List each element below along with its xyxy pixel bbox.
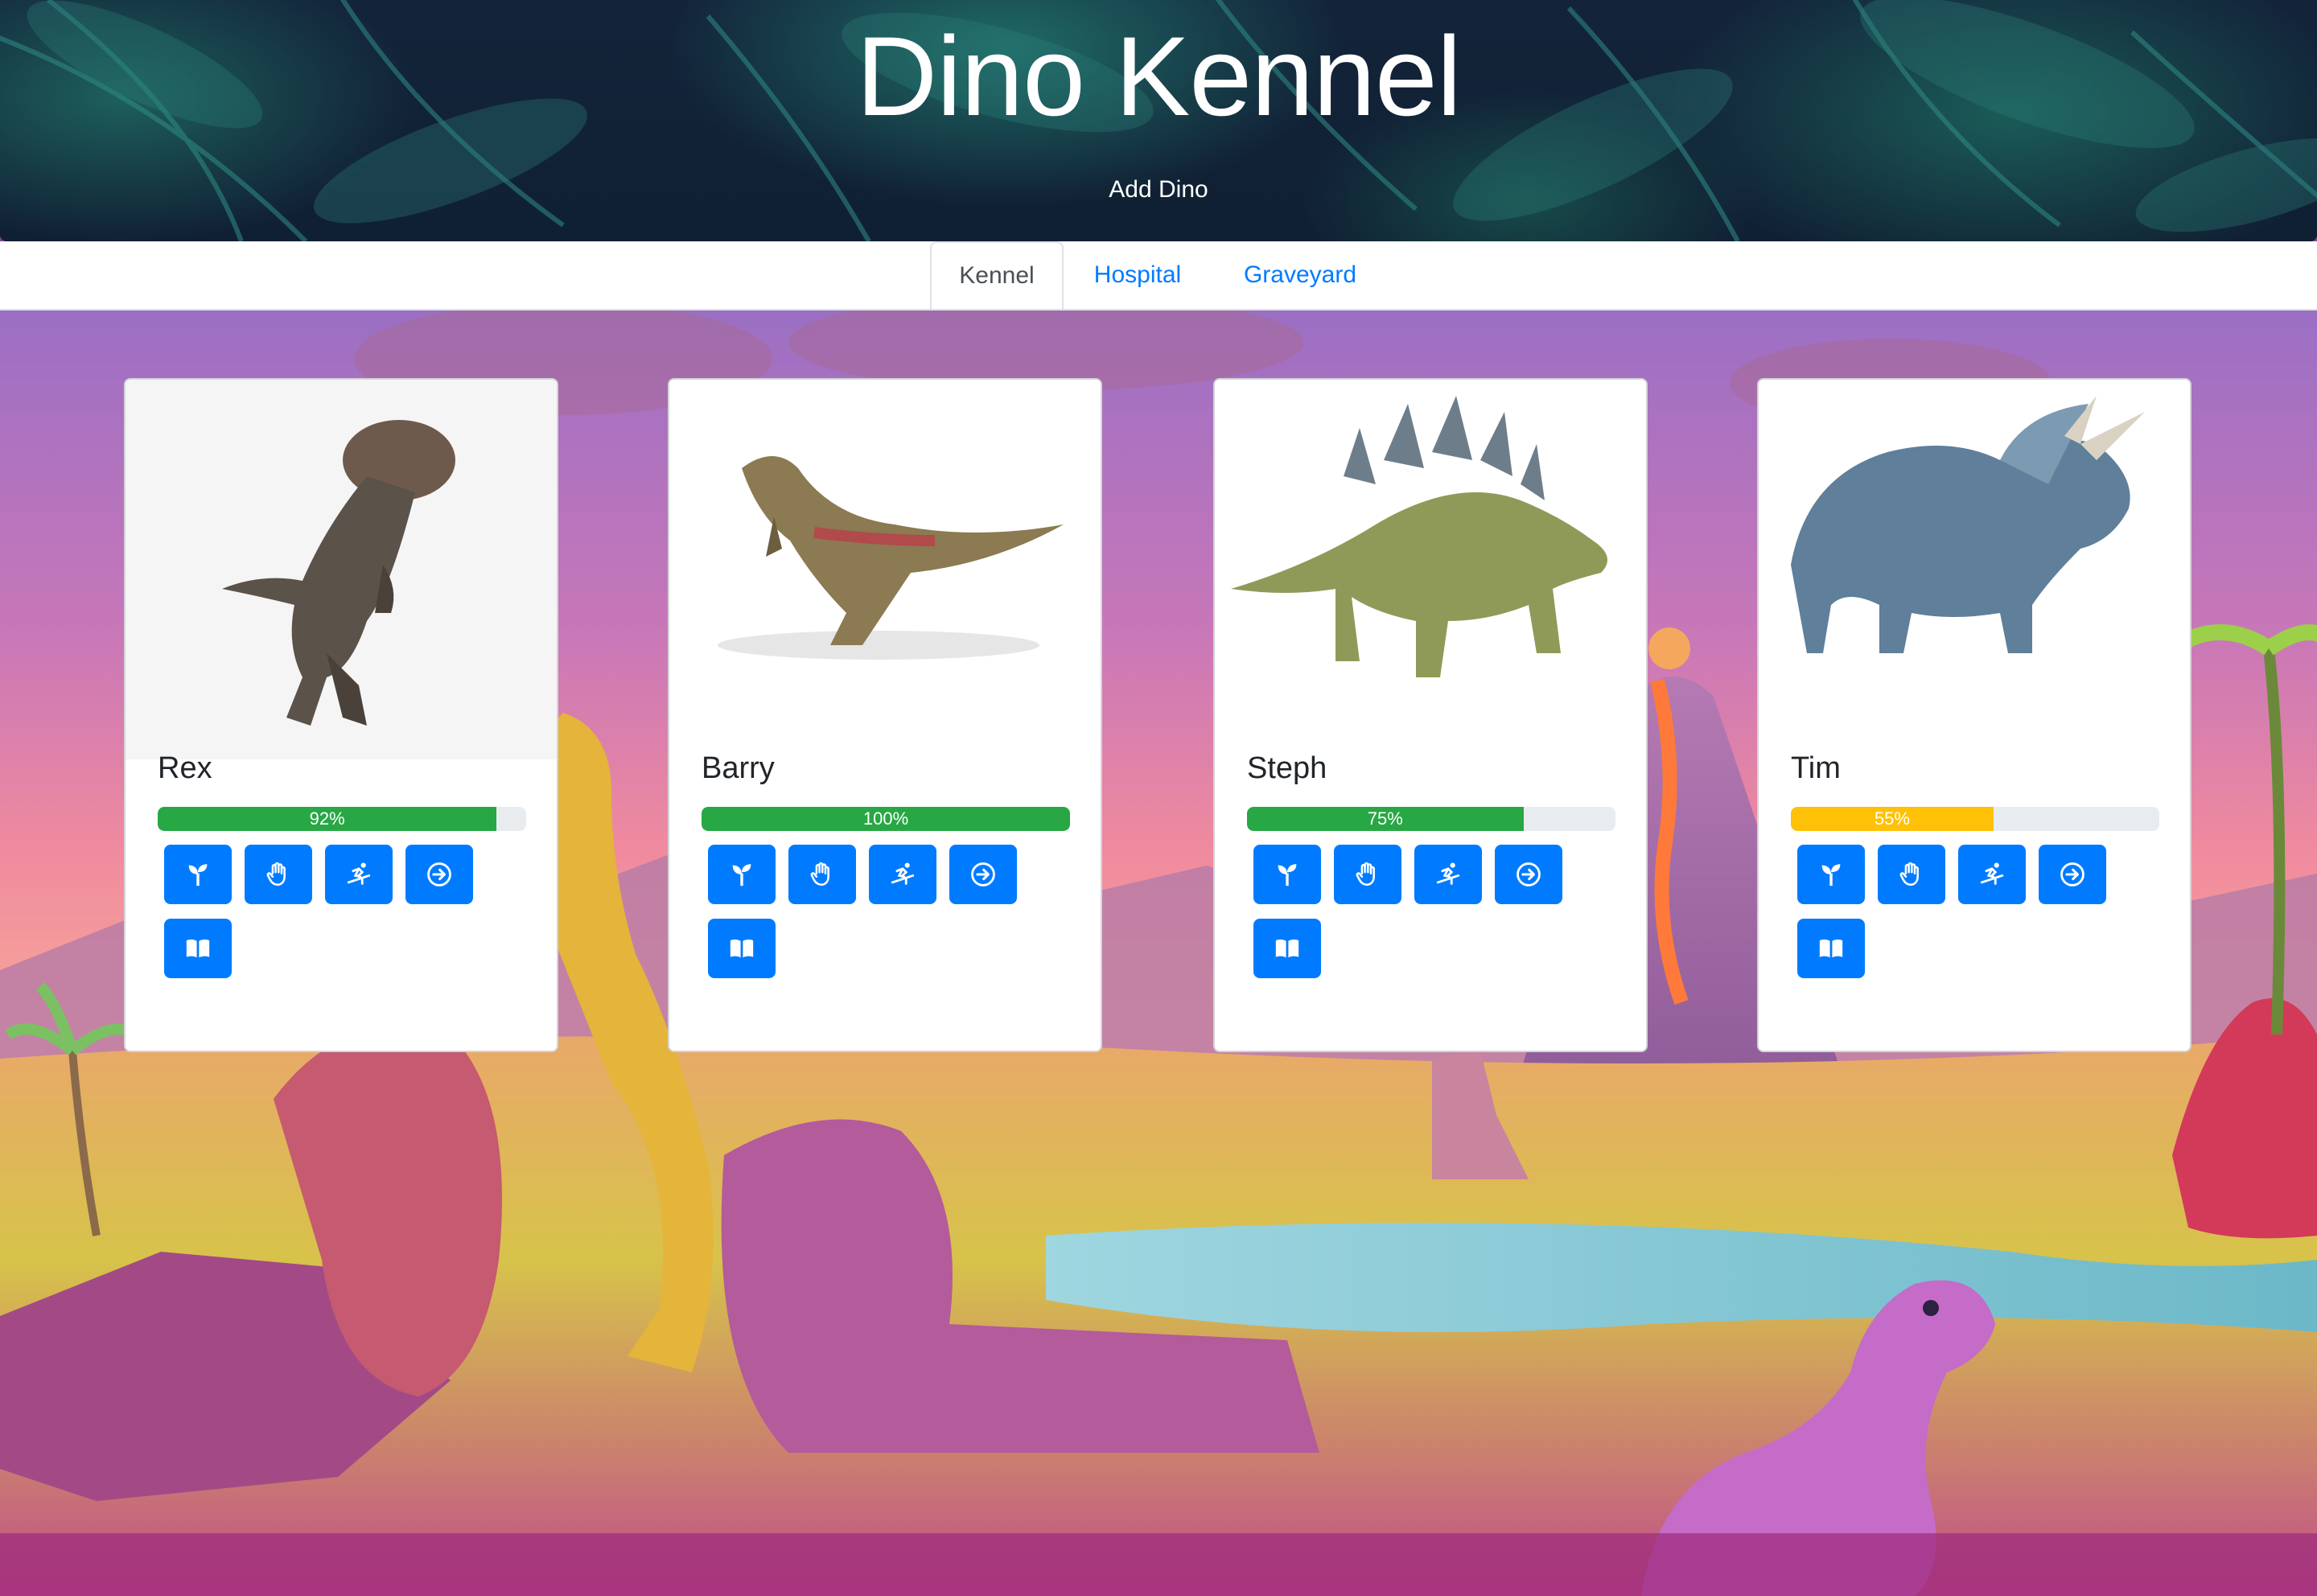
hand-icon [1899, 862, 1919, 886]
feed-button[interactable] [708, 845, 776, 904]
health-bar: 100% [702, 807, 1070, 831]
feed-button[interactable] [1797, 845, 1865, 904]
dino-image-barry [669, 380, 1101, 759]
dino-card: Barry 100% [668, 378, 1102, 1052]
tab-kennel[interactable]: Kennel [930, 241, 1064, 309]
snowboarding-icon [891, 862, 915, 885]
move-button[interactable] [2039, 845, 2106, 904]
read-button[interactable] [1797, 919, 1865, 978]
book-open-icon [1819, 939, 1843, 958]
read-button[interactable] [1253, 919, 1321, 978]
move-button[interactable] [405, 845, 473, 904]
seedling-icon [732, 864, 751, 886]
dino-image-rex [126, 380, 557, 759]
read-button[interactable] [164, 919, 232, 978]
page-title: Dino Kennel [856, 13, 1462, 139]
snowboarding-icon [347, 862, 371, 885]
health-bar: 55% [1791, 807, 2159, 831]
header-banner: Dino Kennel Add Dino [0, 0, 2317, 241]
arrow-circle-right-icon [1517, 862, 1541, 886]
exercise-button[interactable] [325, 845, 393, 904]
snowboarding-icon [1436, 862, 1460, 885]
dino-name: Tim [1791, 751, 1841, 785]
exercise-button[interactable] [1958, 845, 2026, 904]
health-bar: 75% [1247, 807, 1615, 831]
pet-button[interactable] [788, 845, 856, 904]
dino-card: Rex 92% [124, 378, 558, 1052]
book-open-icon [1275, 939, 1299, 958]
feed-button[interactable] [164, 845, 232, 904]
seedling-icon [1821, 864, 1841, 886]
move-button[interactable] [949, 845, 1017, 904]
health-bar: 92% [158, 807, 526, 831]
seedling-icon [1278, 864, 1297, 886]
hand-icon [266, 862, 286, 886]
feed-button[interactable] [1253, 845, 1321, 904]
book-open-icon [186, 939, 210, 958]
read-button[interactable] [708, 919, 776, 978]
dino-card: Tim 55% [1757, 378, 2191, 1052]
arrow-circle-right-icon [2060, 862, 2084, 886]
dino-name: Rex [158, 751, 212, 785]
pet-button[interactable] [245, 845, 312, 904]
dino-name: Steph [1247, 751, 1327, 785]
dino-image-steph [1215, 380, 1646, 759]
health-bar-fill: 75% [1247, 807, 1524, 831]
arrow-circle-right-icon [427, 862, 451, 886]
add-dino-link[interactable]: Add Dino [1109, 176, 1208, 203]
pet-button[interactable] [1334, 845, 1401, 904]
seedling-icon [188, 864, 208, 886]
tab-hospital[interactable]: Hospital [1072, 241, 1204, 309]
health-bar-fill: 55% [1791, 807, 1994, 831]
hand-icon [810, 862, 829, 886]
exercise-button[interactable] [1414, 845, 1482, 904]
arrow-circle-right-icon [971, 862, 995, 886]
snowboarding-icon [1980, 862, 2004, 885]
dino-image-tim [1759, 380, 2190, 759]
health-bar-fill: 100% [702, 807, 1070, 831]
dino-name: Barry [702, 751, 775, 785]
pet-button[interactable] [1878, 845, 1945, 904]
dino-card: Steph 75% [1213, 378, 1648, 1052]
tab-graveyard[interactable]: Graveyard [1220, 241, 1381, 309]
hand-icon [1356, 862, 1375, 886]
exercise-button[interactable] [869, 845, 936, 904]
move-button[interactable] [1495, 845, 1562, 904]
book-open-icon [730, 939, 754, 958]
nav-tabs: Kennel Hospital Graveyard [0, 241, 2317, 311]
health-bar-fill: 92% [158, 807, 497, 831]
